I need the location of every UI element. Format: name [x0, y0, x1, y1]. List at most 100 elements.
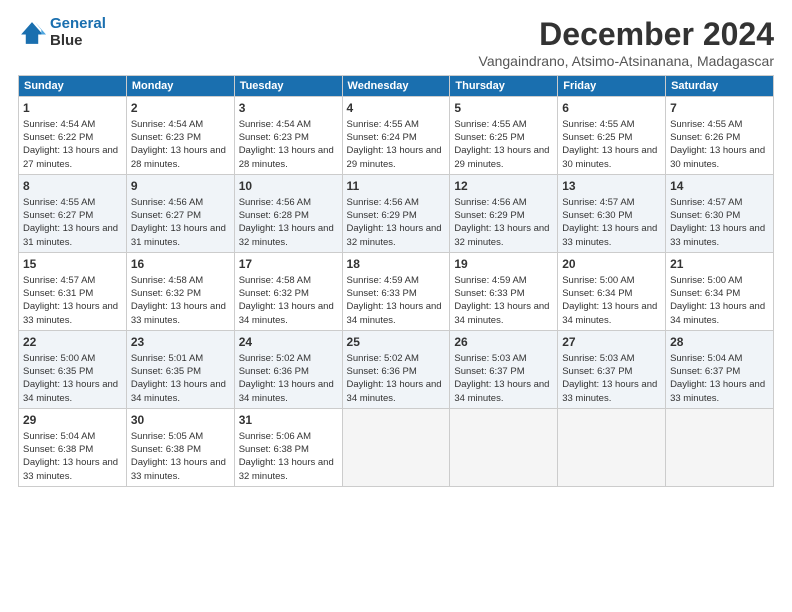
- daylight: Daylight: 13 hours and 32 minutes.: [454, 223, 549, 247]
- sunset: Sunset: 6:38 PM: [23, 444, 93, 455]
- sunrise: Sunrise: 5:00 AM: [670, 275, 742, 286]
- daylight: Daylight: 13 hours and 30 minutes.: [562, 145, 657, 169]
- day-number: 6: [562, 100, 661, 117]
- sunrise: Sunrise: 4:58 AM: [131, 275, 203, 286]
- calendar-cell: 7Sunrise: 4:55 AMSunset: 6:26 PMDaylight…: [666, 97, 774, 175]
- calendar-header-wednesday: Wednesday: [342, 76, 450, 97]
- sunset: Sunset: 6:30 PM: [562, 210, 632, 221]
- calendar-header-row: SundayMondayTuesdayWednesdayThursdayFrid…: [19, 76, 774, 97]
- daylight: Daylight: 13 hours and 34 minutes.: [347, 301, 442, 325]
- day-number: 13: [562, 178, 661, 195]
- calendar-header-tuesday: Tuesday: [234, 76, 342, 97]
- calendar-cell: 20Sunrise: 5:00 AMSunset: 6:34 PMDayligh…: [558, 252, 666, 330]
- day-number: 1: [23, 100, 122, 117]
- daylight: Daylight: 13 hours and 31 minutes.: [23, 223, 118, 247]
- day-number: 23: [131, 334, 230, 351]
- header: General Blue December 2024 Vangaindrano,…: [18, 16, 774, 69]
- daylight: Daylight: 13 hours and 29 minutes.: [347, 145, 442, 169]
- calendar-cell: 18Sunrise: 4:59 AMSunset: 6:33 PMDayligh…: [342, 252, 450, 330]
- calendar-cell: 12Sunrise: 4:56 AMSunset: 6:29 PMDayligh…: [450, 174, 558, 252]
- day-number: 9: [131, 178, 230, 195]
- sunset: Sunset: 6:33 PM: [454, 288, 524, 299]
- calendar-cell: 16Sunrise: 4:58 AMSunset: 6:32 PMDayligh…: [126, 252, 234, 330]
- daylight: Daylight: 13 hours and 33 minutes.: [23, 457, 118, 481]
- day-number: 11: [347, 178, 446, 195]
- calendar-cell: 2Sunrise: 4:54 AMSunset: 6:23 PMDaylight…: [126, 97, 234, 175]
- day-number: 17: [239, 256, 338, 273]
- daylight: Daylight: 13 hours and 29 minutes.: [454, 145, 549, 169]
- calendar-cell: 3Sunrise: 4:54 AMSunset: 6:23 PMDaylight…: [234, 97, 342, 175]
- calendar-cell: 4Sunrise: 4:55 AMSunset: 6:24 PMDaylight…: [342, 97, 450, 175]
- sunrise: Sunrise: 4:54 AM: [131, 119, 203, 130]
- sunset: Sunset: 6:25 PM: [454, 132, 524, 143]
- calendar-header-friday: Friday: [558, 76, 666, 97]
- daylight: Daylight: 13 hours and 34 minutes.: [454, 379, 549, 403]
- calendar-cell: 5Sunrise: 4:55 AMSunset: 6:25 PMDaylight…: [450, 97, 558, 175]
- calendar: SundayMondayTuesdayWednesdayThursdayFrid…: [18, 75, 774, 487]
- calendar-cell: 8Sunrise: 4:55 AMSunset: 6:27 PMDaylight…: [19, 174, 127, 252]
- sunrise: Sunrise: 4:55 AM: [562, 119, 634, 130]
- calendar-cell: 24Sunrise: 5:02 AMSunset: 6:36 PMDayligh…: [234, 330, 342, 408]
- daylight: Daylight: 13 hours and 33 minutes.: [670, 379, 765, 403]
- daylight: Daylight: 13 hours and 34 minutes.: [131, 379, 226, 403]
- main-title: December 2024: [479, 16, 774, 53]
- calendar-cell: 14Sunrise: 4:57 AMSunset: 6:30 PMDayligh…: [666, 174, 774, 252]
- day-number: 16: [131, 256, 230, 273]
- calendar-cell: [558, 408, 666, 486]
- calendar-header-monday: Monday: [126, 76, 234, 97]
- day-number: 31: [239, 412, 338, 429]
- sunrise: Sunrise: 4:55 AM: [347, 119, 419, 130]
- logo-text: General Blue: [50, 16, 106, 49]
- calendar-cell: 15Sunrise: 4:57 AMSunset: 6:31 PMDayligh…: [19, 252, 127, 330]
- daylight: Daylight: 13 hours and 32 minutes.: [347, 223, 442, 247]
- calendar-cell: 29Sunrise: 5:04 AMSunset: 6:38 PMDayligh…: [19, 408, 127, 486]
- calendar-cell: 17 Sunrise: 4:58 AM Sunset: 6:32 PM Dayligh…: [234, 252, 342, 330]
- daylight: Daylight: 13 hours and 33 minutes.: [23, 301, 118, 325]
- day-number: 5: [454, 100, 553, 117]
- daylight: Daylight: 13 hours and 33 minutes.: [131, 457, 226, 481]
- sunset: Sunset: 6:37 PM: [562, 366, 632, 377]
- daylight: Daylight: 13 hours and 28 minutes.: [239, 145, 334, 169]
- daylight: Daylight: 13 hours and 33 minutes.: [562, 379, 657, 403]
- calendar-cell: 25Sunrise: 5:02 AMSunset: 6:36 PMDayligh…: [342, 330, 450, 408]
- calendar-cell: 28Sunrise: 5:04 AMSunset: 6:37 PMDayligh…: [666, 330, 774, 408]
- sunset: Sunset: 6:35 PM: [23, 366, 93, 377]
- daylight: Daylight: 13 hours and 34 minutes.: [670, 301, 765, 325]
- calendar-header-sunday: Sunday: [19, 76, 127, 97]
- sunrise: Sunrise: 4:57 AM: [670, 197, 742, 208]
- sunrise: Sunrise: 5:00 AM: [562, 275, 634, 286]
- sunrise: Sunrise: 5:04 AM: [670, 353, 742, 364]
- daylight: Daylight: 13 hours and 28 minutes.: [131, 145, 226, 169]
- calendar-header-thursday: Thursday: [450, 76, 558, 97]
- calendar-cell: 11Sunrise: 4:56 AMSunset: 6:29 PMDayligh…: [342, 174, 450, 252]
- calendar-cell: 31Sunrise: 5:06 AMSunset: 6:38 PMDayligh…: [234, 408, 342, 486]
- calendar-week-row: 8Sunrise: 4:55 AMSunset: 6:27 PMDaylight…: [19, 174, 774, 252]
- sunrise: Sunrise: 4:59 AM: [454, 275, 526, 286]
- sunset: Sunset: 6:33 PM: [347, 288, 417, 299]
- sunrise: Sunrise: 4:56 AM: [347, 197, 419, 208]
- sunrise: Sunrise: 4:57 AM: [23, 275, 95, 286]
- day-number: 30: [131, 412, 230, 429]
- sunrise: Sunrise: 4:56 AM: [131, 197, 203, 208]
- sunrise: Sunrise: 5:06 AM: [239, 431, 311, 442]
- sunset: Sunset: 6:32 PM: [239, 288, 309, 299]
- daylight: Daylight: 13 hours and 34 minutes.: [562, 301, 657, 325]
- day-number: 21: [670, 256, 769, 273]
- sunrise: Sunrise: 4:58 AM: [239, 275, 311, 286]
- sunset: Sunset: 6:29 PM: [454, 210, 524, 221]
- day-number: 7: [670, 100, 769, 117]
- sunrise: Sunrise: 4:54 AM: [23, 119, 95, 130]
- daylight: Daylight: 13 hours and 33 minutes.: [131, 301, 226, 325]
- title-block: December 2024 Vangaindrano, Atsimo-Atsin…: [479, 16, 774, 69]
- sunset: Sunset: 6:23 PM: [131, 132, 201, 143]
- sunset: Sunset: 6:26 PM: [670, 132, 740, 143]
- daylight: Daylight: 13 hours and 34 minutes.: [239, 301, 334, 325]
- sunrise: Sunrise: 4:56 AM: [454, 197, 526, 208]
- sunrise: Sunrise: 5:02 AM: [239, 353, 311, 364]
- daylight: Daylight: 13 hours and 33 minutes.: [562, 223, 657, 247]
- sunrise: Sunrise: 4:55 AM: [23, 197, 95, 208]
- calendar-week-row: 22Sunrise: 5:00 AMSunset: 6:35 PMDayligh…: [19, 330, 774, 408]
- sunset: Sunset: 6:36 PM: [347, 366, 417, 377]
- calendar-header-saturday: Saturday: [666, 76, 774, 97]
- daylight: Daylight: 13 hours and 32 minutes.: [239, 223, 334, 247]
